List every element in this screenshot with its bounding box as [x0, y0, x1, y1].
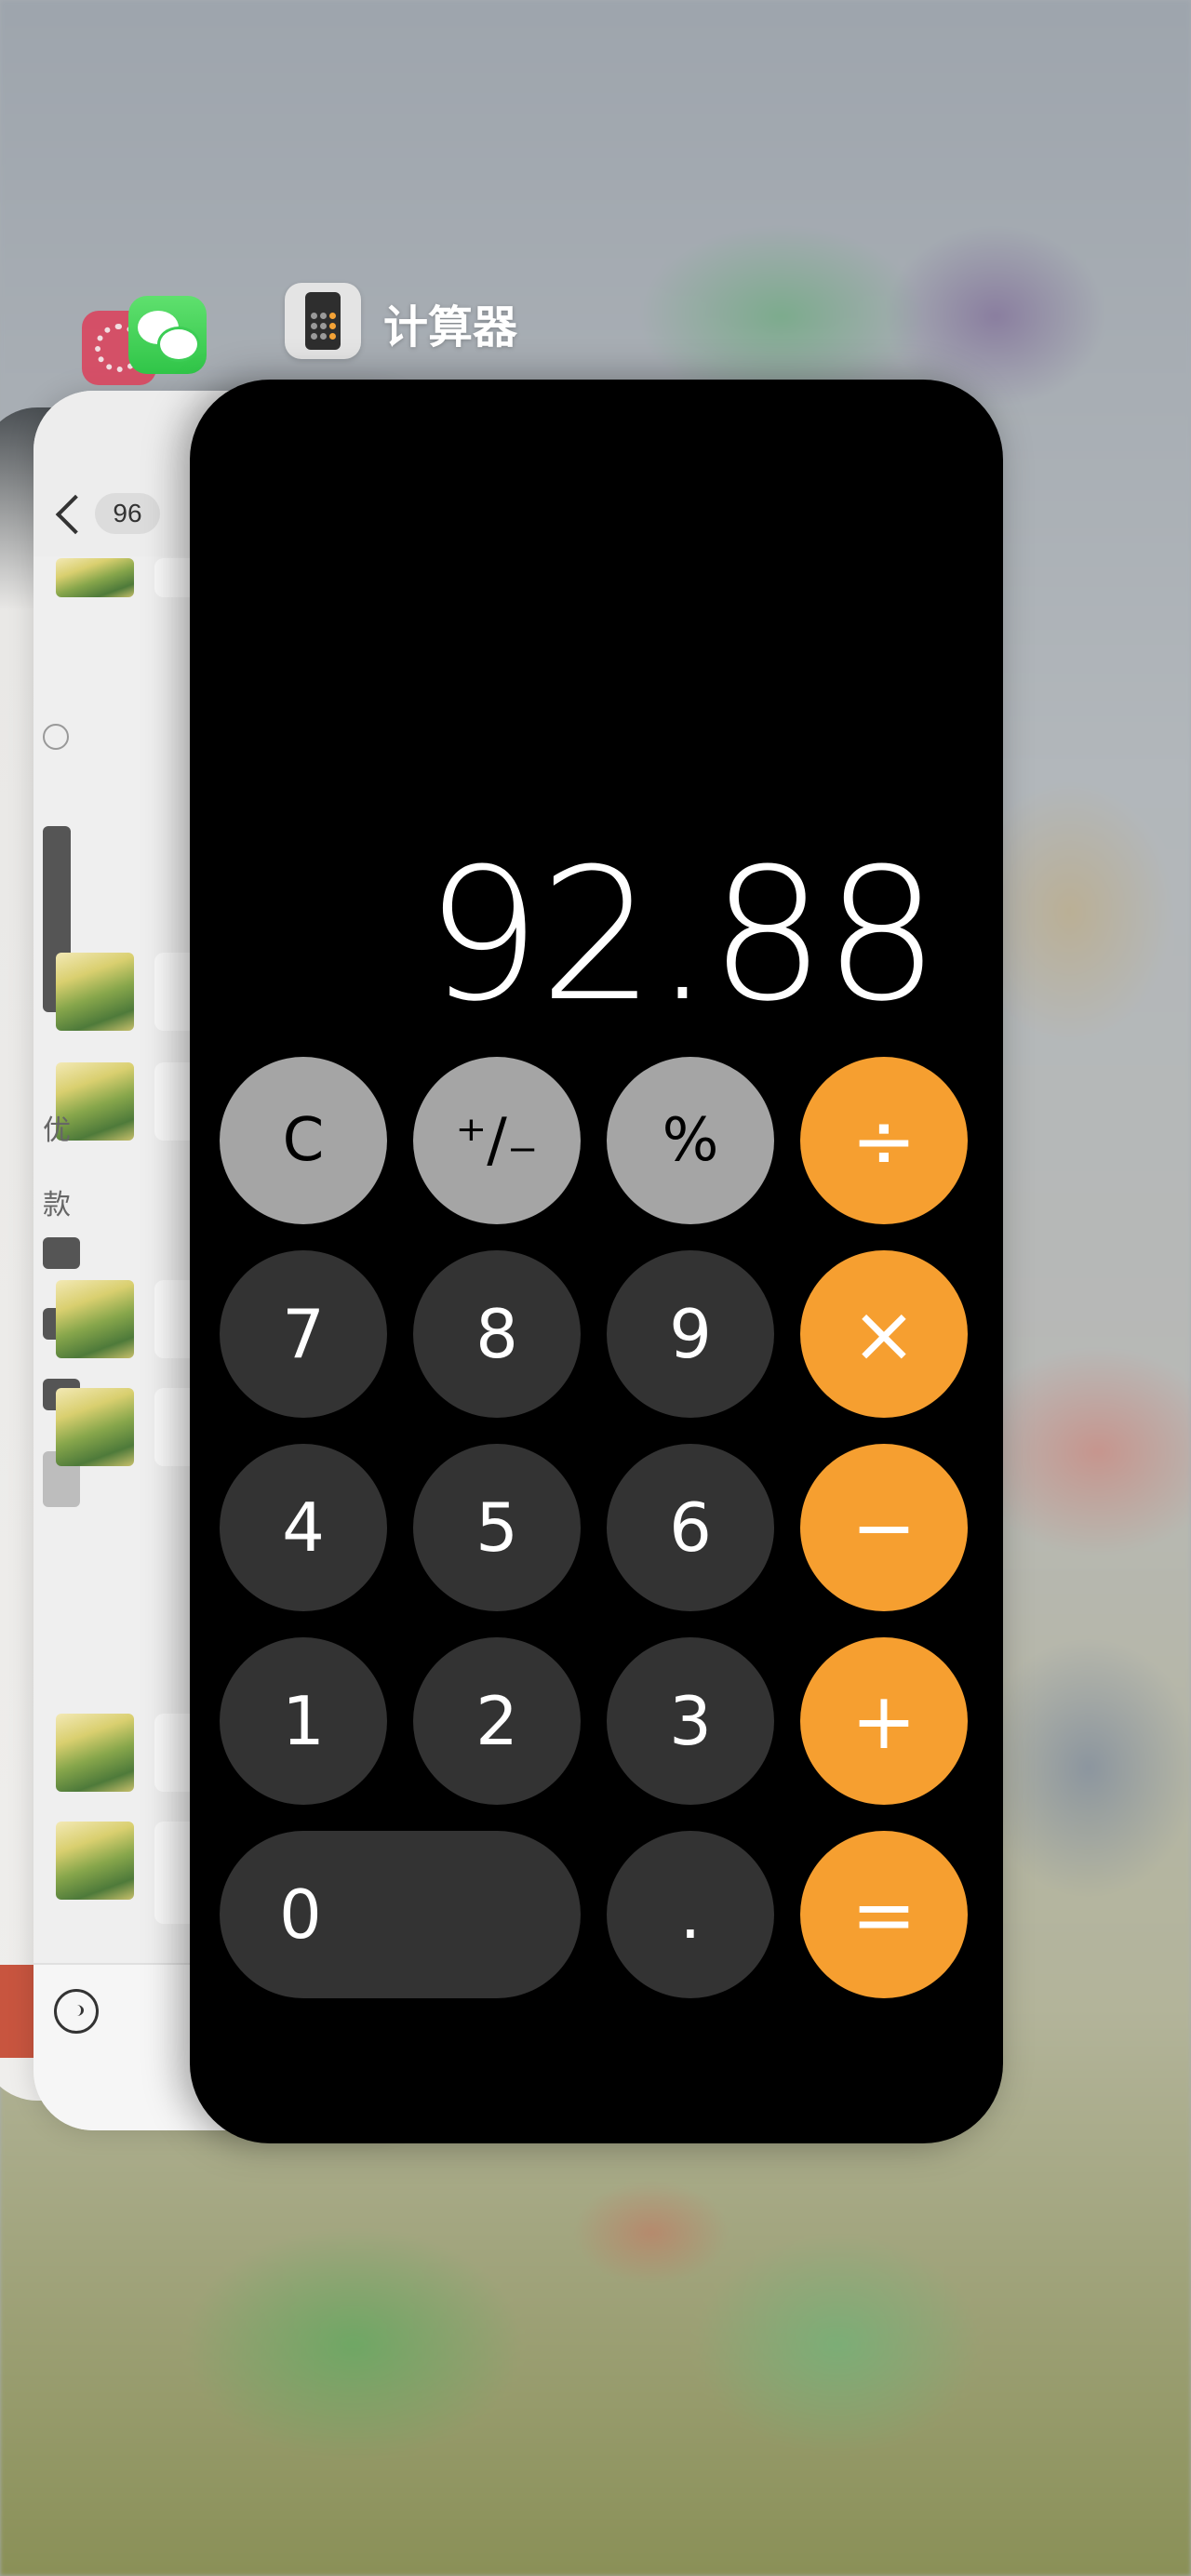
chat-avatar	[56, 1280, 134, 1358]
back-chevron-icon[interactable]	[55, 494, 96, 535]
plus-minus-key[interactable]: ⁺∕₋	[413, 1057, 581, 1224]
key-7[interactable]: 7	[220, 1250, 387, 1418]
chat-avatar	[56, 953, 134, 1031]
percent-key[interactable]: %	[607, 1057, 774, 1224]
calculator-icon[interactable]	[285, 283, 361, 359]
key-5[interactable]: 5	[413, 1444, 581, 1611]
calculator-app-card[interactable]: 92.88 C ⁺∕₋ % ÷ 7 8 9 × 4 5 6 − 1 2 3 + …	[190, 380, 1003, 2143]
chat-avatar	[56, 1714, 134, 1792]
key-1[interactable]: 1	[220, 1637, 387, 1805]
key-3[interactable]: 3	[607, 1637, 774, 1805]
chat-avatar	[56, 1388, 134, 1466]
thumbnail-fragment	[43, 1237, 80, 1269]
key-2[interactable]: 2	[413, 1637, 581, 1805]
key-6[interactable]: 6	[607, 1444, 774, 1611]
circle-icon	[43, 724, 69, 750]
key-4[interactable]: 4	[220, 1444, 387, 1611]
chat-avatar	[56, 558, 134, 597]
unread-count-badge: 96	[95, 493, 160, 534]
divide-key[interactable]: ÷	[800, 1057, 968, 1224]
key-8[interactable]: 8	[413, 1250, 581, 1418]
plus-key[interactable]: +	[800, 1637, 968, 1805]
wechat-icon[interactable]	[128, 296, 207, 374]
chat-avatar	[56, 1822, 134, 1900]
clear-key[interactable]: C	[220, 1057, 387, 1224]
app-title-label: 计算器	[383, 301, 518, 354]
multiply-key[interactable]: ×	[800, 1250, 968, 1418]
decimal-key[interactable]: .	[607, 1831, 774, 1998]
side-text: 优	[43, 1115, 71, 1146]
key-9[interactable]: 9	[607, 1250, 774, 1418]
side-text: 款	[43, 1190, 71, 1221]
minus-key[interactable]: −	[800, 1444, 968, 1611]
voice-input-icon[interactable]	[54, 1989, 99, 2034]
calculator-display: 92.88	[424, 830, 940, 1042]
equals-key[interactable]: =	[800, 1831, 968, 1998]
key-0[interactable]: 0	[220, 1831, 581, 1998]
